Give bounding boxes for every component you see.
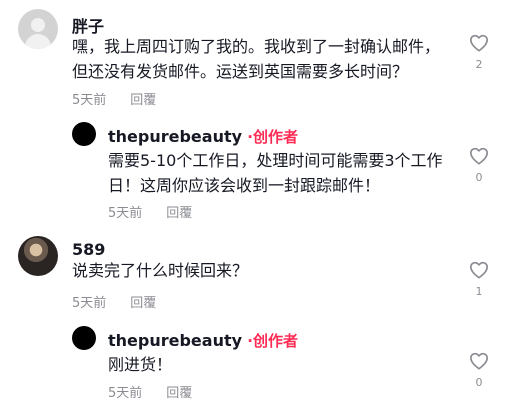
reply-text: 刚进货！	[108, 355, 173, 374]
reply-meta: 5天前 回覆	[108, 382, 192, 401]
like-count: 2	[475, 58, 483, 71]
reply-meta: 5天前 回覆	[108, 202, 192, 221]
comment-meta: 5天前 回覆	[72, 292, 156, 311]
reply-time: 5天前	[108, 206, 143, 221]
comment-time: 5天前	[72, 296, 107, 311]
comment-text: 说卖完了什么时候回来？	[72, 261, 249, 280]
heart-outline-icon	[470, 352, 488, 370]
comment-username[interactable]: 589	[72, 240, 105, 259]
like-button[interactable]: 2	[464, 34, 494, 71]
comment-meta: 5天前 回覆	[72, 89, 156, 108]
reply-button[interactable]: 回覆	[130, 93, 156, 108]
reply-username[interactable]: thepurebeauty ·创作者	[108, 330, 298, 351]
user-avatar[interactable]	[18, 236, 58, 276]
reply-text: 需要5-10个工作日，处理时间可能需要3个工作 日！这周你应该会收到一封跟踪邮件…	[108, 151, 443, 195]
reply-button[interactable]: 回覆	[130, 296, 156, 311]
creator-badge: ·创作者	[247, 128, 298, 146]
like-button[interactable]: 0	[464, 352, 494, 389]
creator-avatar[interactable]	[72, 122, 96, 146]
reply-button[interactable]: 回覆	[166, 206, 192, 221]
like-count: 1	[475, 285, 483, 298]
creator-badge: ·创作者	[247, 332, 298, 350]
like-button[interactable]: 1	[464, 261, 494, 298]
heart-outline-icon	[470, 34, 488, 52]
user-avatar[interactable]	[18, 9, 58, 49]
heart-outline-icon	[470, 261, 488, 279]
heart-outline-icon	[470, 147, 488, 165]
comment-text: 嘿，我上周四订购了我的。我收到了一封确认邮件， 但还没有发货邮件。运送到英国需要…	[72, 37, 441, 81]
like-count: 0	[475, 171, 483, 184]
reply-button[interactable]: 回覆	[166, 386, 192, 401]
like-button[interactable]: 0	[464, 147, 494, 184]
like-count: 0	[475, 376, 483, 389]
creator-avatar[interactable]	[72, 326, 96, 350]
reply-username[interactable]: thepurebeauty ·创作者	[108, 126, 298, 147]
reply-time: 5天前	[108, 386, 143, 401]
comment-time: 5天前	[72, 93, 107, 108]
